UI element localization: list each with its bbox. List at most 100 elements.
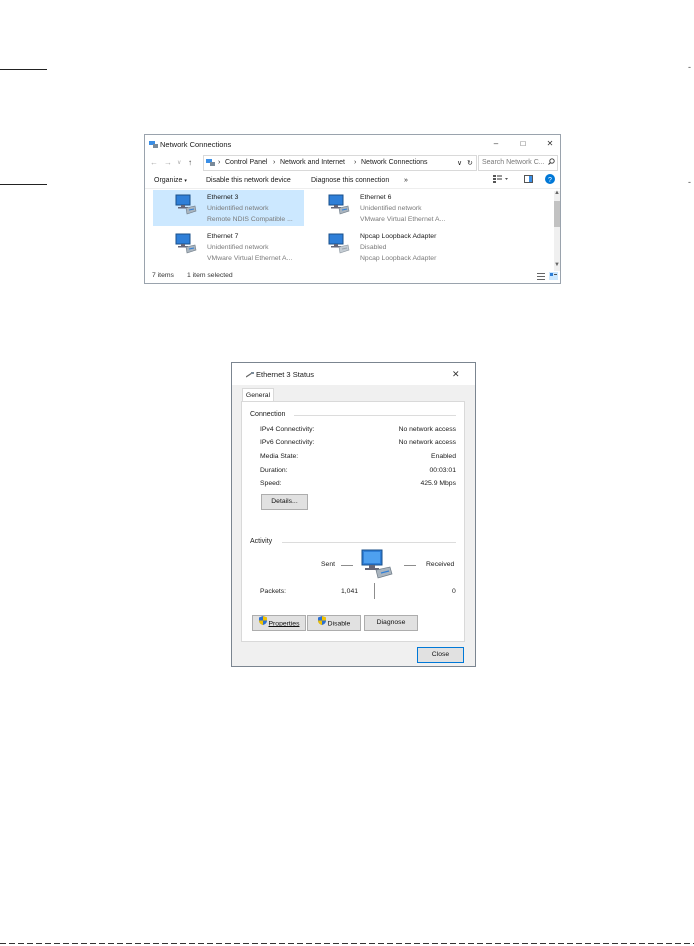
adapter-name: Npcap Loopback Adapter [360, 233, 437, 240]
packets-received-value: 0 [452, 588, 456, 595]
connection-group-label: Connection [250, 411, 286, 418]
info-value: Enabled [431, 453, 456, 460]
view-options-icon[interactable] [493, 175, 509, 185]
info-value: No network access [398, 439, 456, 446]
adapter-status: Unidentified network [207, 244, 269, 251]
list-item-npcap-loopback[interactable]: Npcap Loopback Adapter Disabled Npcap Lo… [306, 229, 457, 265]
info-row-speed: Speed: 425.9 Mbps [260, 480, 456, 490]
info-key: IPv6 Connectivity: [260, 439, 315, 446]
breadcrumb-separator-icon: › [354, 159, 357, 166]
search-placeholder: Search Network C... [482, 159, 545, 166]
properties-label: Properties [268, 620, 300, 628]
organize-menu[interactable]: Organize ▾ [154, 177, 187, 184]
info-key: Media State: [260, 453, 299, 460]
network-folder-icon [149, 140, 158, 150]
list-item-ethernet-6[interactable]: Ethernet 6 Unidentified network VMware V… [306, 190, 457, 226]
info-row-duration: Duration: 00:03:01 [260, 467, 456, 477]
command-bar: Organize ▾ Disable this network device D… [145, 171, 560, 189]
forward-arrow-icon[interactable]: → [164, 158, 172, 167]
info-key: Speed: [260, 480, 282, 487]
received-label: Received [426, 561, 455, 568]
activity-group-label: Activity [250, 538, 273, 545]
window-title: Network Connections [160, 140, 232, 149]
info-row-ipv4: IPv4 Connectivity: No network access [260, 426, 456, 436]
info-row-ipv6: IPv6 Connectivity: No network access [260, 439, 456, 449]
info-key: Duration: [260, 467, 288, 474]
adapter-name: Ethernet 7 [207, 233, 239, 240]
selection-count: 1 item selected [187, 272, 233, 279]
dropdown-caret-icon: ▾ [184, 178, 187, 184]
address-bar[interactable]: › Control Panel › Network and Internet ›… [203, 155, 477, 171]
received-line [404, 565, 416, 566]
more-commands-button[interactable]: » [404, 177, 408, 184]
disable-button[interactable]: Disable [307, 615, 361, 631]
breadcrumb-control-panel[interactable]: Control Panel [225, 159, 267, 166]
preview-pane-icon[interactable] [524, 175, 533, 185]
network-connections-window: Network Connections – □ ✕ ← → ∨ ↑ › Cont… [144, 134, 561, 284]
network-adapter-icon [175, 232, 197, 256]
address-row: ← → ∨ ↑ › Control Panel › Network and In… [145, 154, 560, 171]
info-value: 00:03:01 [429, 467, 456, 474]
items-count: 7 items [152, 272, 174, 279]
help-icon[interactable]: ? [545, 174, 555, 186]
details-view-icon[interactable] [537, 273, 545, 282]
details-button[interactable]: Details... [261, 494, 308, 510]
connection-group-divider [294, 415, 456, 416]
recent-dropdown-icon[interactable]: ∨ [177, 159, 181, 166]
breadcrumb-network-internet[interactable]: Network and Internet [280, 159, 345, 166]
list-item-ethernet-7[interactable]: Ethernet 7 Unidentified network VMware V… [153, 229, 304, 265]
activity-group-divider [282, 542, 456, 543]
vertical-scrollbar[interactable]: ▲ ▼ [554, 190, 560, 271]
search-input[interactable]: Search Network C... [478, 155, 558, 171]
tab-general[interactable]: General [242, 388, 274, 402]
network-adapter-icon [175, 193, 197, 217]
location-icon [206, 158, 215, 168]
disable-device-button[interactable]: Disable this network device [206, 177, 291, 184]
disable-label: Disable [327, 620, 351, 628]
adapter-name: Ethernet 6 [360, 194, 392, 201]
packets-label: Packets: [260, 588, 287, 595]
organize-label: Organize [154, 177, 183, 184]
adapter-device: Npcap Loopback Adapter [360, 255, 437, 262]
diagnose-connection-button[interactable]: Diagnose this connection [311, 177, 389, 184]
search-icon [548, 158, 555, 167]
minimize-button[interactable]: – [490, 138, 502, 150]
dialog-title: Ethernet 3 Status [256, 370, 314, 379]
scroll-down-arrow-icon[interactable]: ▼ [554, 262, 560, 268]
ethernet-cable-icon [245, 371, 254, 380]
margin-tick-top-right: - [688, 62, 691, 72]
up-arrow-icon[interactable]: ↑ [188, 158, 192, 167]
scroll-thumb[interactable] [554, 201, 560, 227]
refresh-icon[interactable]: ↻ [467, 159, 473, 167]
info-key: IPv4 Connectivity: [260, 426, 315, 433]
uac-shield-icon [258, 616, 267, 631]
info-row-media-state: Media State: Enabled [260, 453, 456, 463]
address-dropdown-icon[interactable]: ∨ [457, 159, 462, 167]
close-button[interactable]: Close [417, 647, 464, 663]
adapter-status: Unidentified network [207, 205, 269, 212]
properties-button[interactable]: Properties [252, 615, 306, 631]
ethernet-status-dialog: Ethernet 3 Status ✕ General Connection I… [231, 362, 476, 667]
sent-line [341, 565, 353, 566]
network-adapter-icon [328, 193, 350, 217]
network-activity-icon [361, 549, 393, 584]
adapter-name: Ethernet 3 [207, 194, 239, 201]
sent-label: Sent [321, 561, 335, 568]
scroll-up-arrow-icon[interactable]: ▲ [554, 190, 560, 196]
packets-divider [374, 583, 375, 599]
list-item-ethernet-3[interactable]: Ethernet 3 Unidentified network Remote N… [153, 190, 304, 226]
adapter-device: VMware Virtual Ethernet A... [360, 216, 446, 223]
general-tab-panel: Connection IPv4 Connectivity: No network… [241, 401, 465, 642]
maximize-button[interactable]: □ [517, 138, 529, 150]
adapter-status: Unidentified network [360, 205, 422, 212]
breadcrumb-network-connections[interactable]: Network Connections [361, 159, 428, 166]
close-window-button[interactable]: ✕ [544, 138, 556, 150]
window-titlebar: Network Connections – □ ✕ [145, 135, 560, 154]
adapter-device: Remote NDIS Compatible ... [207, 216, 293, 223]
tiles-view-icon[interactable] [549, 272, 558, 282]
back-arrow-icon[interactable]: ← [150, 158, 158, 167]
diagnose-button[interactable]: Diagnose [364, 615, 418, 631]
dialog-close-x-button[interactable]: ✕ [452, 369, 460, 380]
adapter-status: Disabled [360, 244, 387, 251]
margin-mark-mid-left [0, 184, 47, 185]
